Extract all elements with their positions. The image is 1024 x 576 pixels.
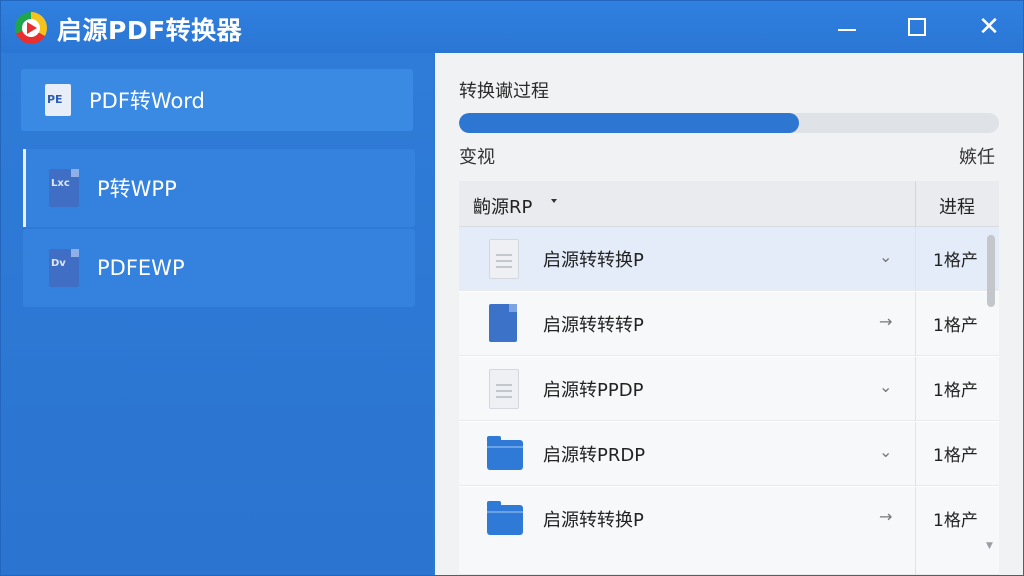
sidebar-item-label: PDFEWP [97, 256, 185, 280]
title-bar[interactable]: 启源PDF转换器 ✕ [1, 1, 1023, 53]
app-logo-icon [15, 12, 47, 44]
close-icon: ✕ [978, 12, 1000, 42]
folder-icon [487, 501, 523, 535]
pdv-doc-icon: Dv [49, 249, 79, 287]
table-scrollbar[interactable]: ▼ [985, 233, 995, 553]
column-divider [915, 487, 916, 575]
progress-title: 转换谳过程 [459, 81, 549, 102]
progress-left-label: 变视 [459, 147, 495, 168]
folder-icon [487, 436, 523, 470]
column-header-progress[interactable]: 进程 [939, 193, 975, 219]
pe-doc-icon: PE [45, 84, 71, 116]
column-divider [915, 227, 916, 291]
lxg-doc-icon: Lxc [49, 169, 79, 207]
sidebar-item-label: PDF转Word [89, 89, 205, 113]
column-header-name[interactable]: 齣源RP [473, 193, 532, 219]
file-blue-icon [489, 304, 517, 342]
table-row[interactable]: 启源转PRDP ⌄ 1格产 [459, 422, 999, 486]
row-progress: 1格产 [933, 316, 978, 336]
file-gray-icon [489, 369, 519, 409]
column-divider [915, 357, 916, 421]
row-progress: 1格产 [933, 446, 978, 466]
close-button[interactable]: ✕ [969, 9, 1009, 45]
table-header: 齣源RP 进程 [459, 181, 999, 227]
row-progress: 1格产 [933, 511, 978, 531]
app-window: 启源PDF转换器 ✕ PE PDF转Word Lxc P转WPP Dv PDFE… [0, 0, 1024, 576]
sidebar-item-pdf-to-word[interactable]: PE PDF转Word [21, 69, 413, 131]
sort-caret-icon[interactable] [551, 199, 557, 203]
app-title: 启源PDF转换器 [57, 16, 243, 45]
maximize-icon [908, 18, 926, 36]
column-divider [915, 422, 916, 486]
arrow-right-icon[interactable]: → [879, 312, 892, 331]
table-row[interactable]: 启源转转转P → 1格产 [459, 292, 999, 356]
arrow-right-icon[interactable]: → [879, 507, 892, 526]
column-divider [915, 292, 916, 356]
chevron-down-icon[interactable]: ⌄ [879, 377, 892, 396]
row-file-name: 启源转PPDP [543, 380, 644, 401]
table-row[interactable]: 启源转转换P ⌄ 1格产 [459, 227, 999, 291]
maximize-button[interactable] [897, 9, 937, 45]
chevron-down-icon[interactable]: ⌄ [879, 442, 892, 461]
file-table: 齣源RP 进程 启源转转换P ⌄ 1格产 启源转转转P → 1格产 启源转PPD… [459, 181, 999, 575]
minimize-icon [838, 29, 856, 31]
main-panel: 转换谳过程 变视 嫉任 齣源RP 进程 启源转转换P ⌄ 1格产 启源转转转P [435, 53, 1023, 575]
minimize-button[interactable] [827, 9, 867, 45]
scroll-thumb[interactable] [987, 235, 995, 307]
row-file-name: 启源转转换P [543, 510, 644, 531]
row-progress: 1格产 [933, 381, 978, 401]
table-row[interactable]: 启源转转换P → 1格产 [459, 487, 999, 575]
row-file-name: 启源转PRDP [543, 445, 646, 466]
sidebar-item-pdfewp[interactable]: Dv PDFEWP [23, 229, 415, 307]
progress-right-label: 嫉任 [959, 147, 995, 168]
scroll-down-icon[interactable]: ▼ [986, 541, 993, 551]
sidebar: PE PDF转Word Lxc P转WPP Dv PDFEWP [1, 53, 433, 575]
row-progress: 1格产 [933, 251, 978, 271]
sidebar-item-p-to-wpp[interactable]: Lxc P转WPP [23, 149, 415, 227]
file-gray-icon [489, 239, 519, 279]
table-row[interactable]: 启源转PPDP ⌄ 1格产 [459, 357, 999, 421]
chevron-down-icon[interactable]: ⌄ [879, 247, 892, 266]
progress-fill [459, 113, 800, 133]
progress-bar [459, 113, 999, 133]
row-file-name: 启源转转换P [543, 250, 644, 271]
column-divider [915, 181, 916, 227]
row-file-name: 启源转转转P [543, 315, 644, 336]
sidebar-item-label: P转WPP [97, 177, 177, 201]
